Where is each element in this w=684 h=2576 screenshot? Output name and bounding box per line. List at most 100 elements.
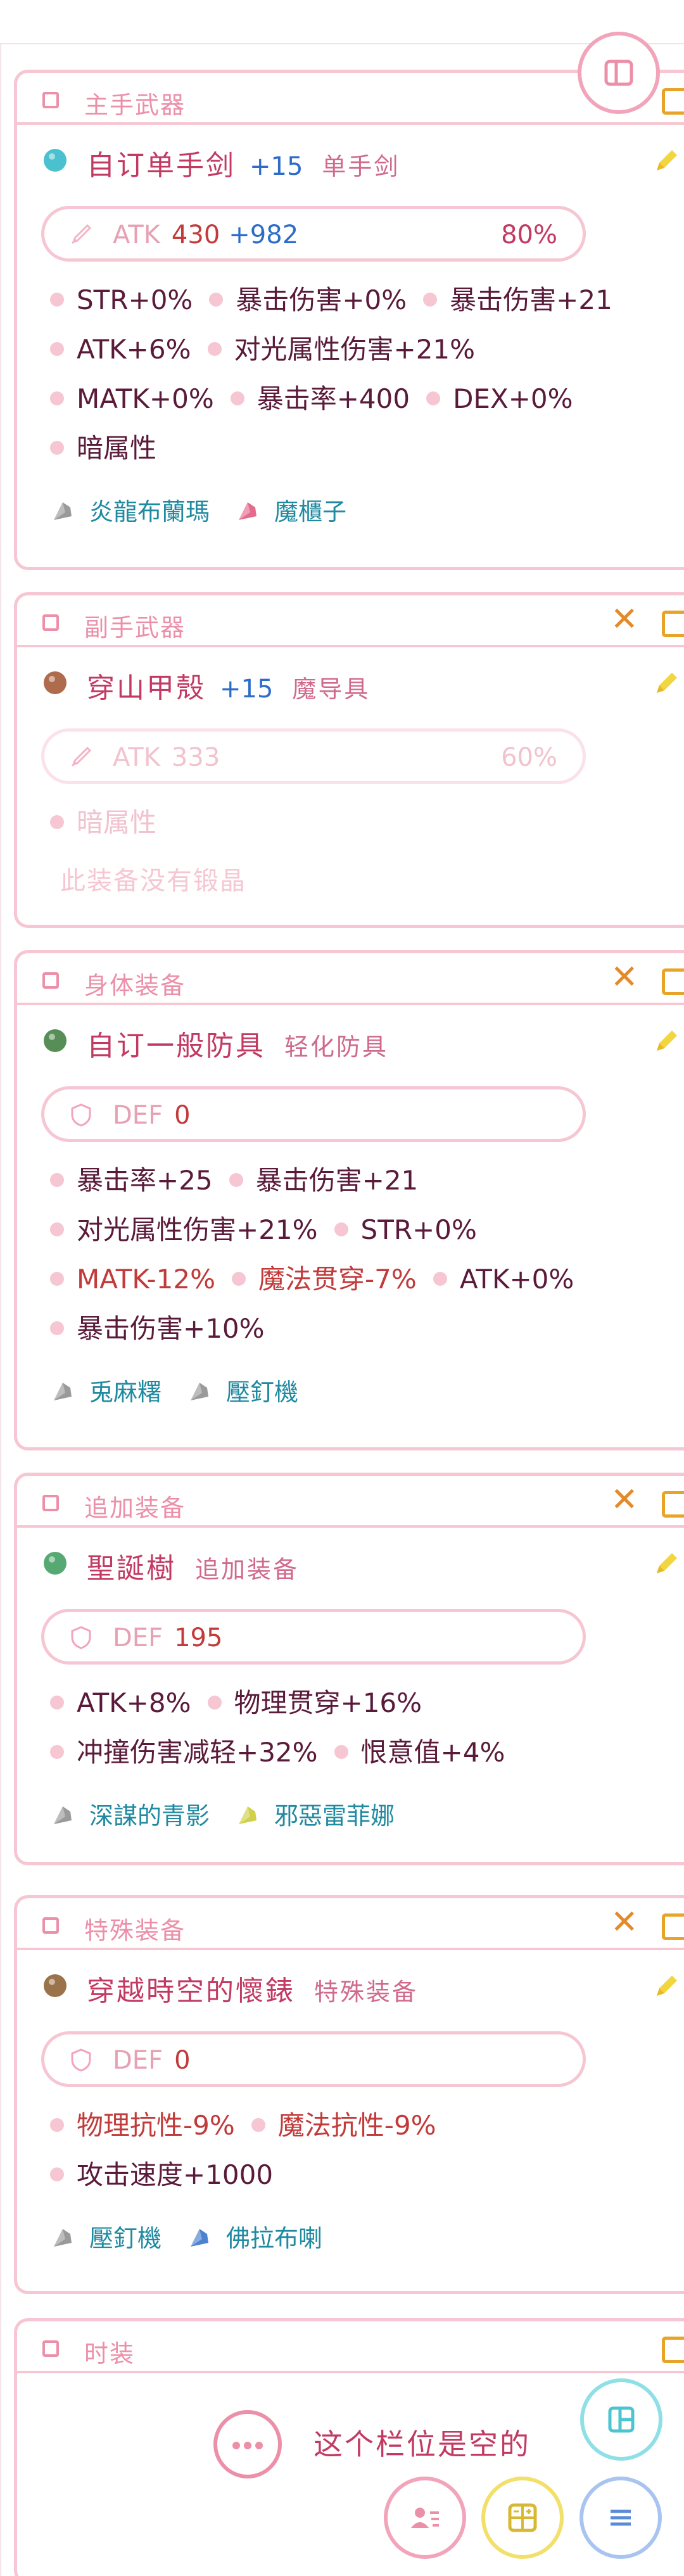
remove-icon[interactable]: ✕ (611, 603, 638, 636)
crystal-icon (235, 498, 274, 526)
crystal-list: 壓釘機 佛拉布喇 (50, 2219, 348, 2257)
crystal-name: 魔櫃子 (274, 498, 347, 526)
menu-button[interactable] (580, 2477, 662, 2559)
corner-tab-icon[interactable] (662, 611, 684, 637)
edit-pencil-icon[interactable] (650, 145, 682, 177)
corner-tab-icon[interactable] (662, 2337, 684, 2363)
stat-label: ATK (113, 220, 160, 250)
slot-title: 身体装备 (84, 972, 186, 999)
item-name-wrap: 聖誕樹 追加装备 (87, 1545, 299, 1586)
remove-icon[interactable]: ✕ (611, 1906, 638, 1939)
attribute-line: MATK+0% 暴击率+400 DEX+0% (50, 374, 683, 424)
slot-card: 主手武器自订单手剑 +15 单手剑 ATK 430 +982 80% STR+0% 暴击伤害+0… (14, 70, 684, 570)
attribute-list: 暴击率+25 暴击伤害+21 对光属性伤害+21% STR+0% MATK-12% 魔法贯… (50, 1156, 683, 1354)
slot-title: 时装 (84, 2340, 136, 2368)
attribute-item: 暴击伤害+0% (209, 276, 407, 325)
crystal-item[interactable]: 邪惡雷菲娜 (235, 1796, 395, 1831)
shield-icon (68, 1102, 94, 1127)
slot-checkbox[interactable] (42, 1495, 59, 1511)
stat-pill: DEF 0 (41, 2031, 586, 2087)
slot-title: 主手武器 (84, 91, 186, 119)
corner-tab-icon[interactable] (662, 1491, 684, 1518)
layout-button[interactable] (580, 2378, 662, 2461)
stat-value: 0 (174, 1101, 191, 1130)
top-bar (0, 0, 684, 44)
crystal-name: 壓釘機 (89, 2224, 162, 2252)
attribute-list: ATK+8% 物理贯穿+16% 冲撞伤害减轻+32% 恨意值+4% (50, 1678, 683, 1777)
edit-pencil-icon[interactable] (650, 1970, 682, 2002)
stat-percent: 80% (501, 220, 557, 250)
crystal-item[interactable]: 壓釘機 (50, 2219, 162, 2254)
slot-checkbox[interactable] (42, 614, 59, 631)
stat-value: 195 (174, 1623, 223, 1653)
crystal-item[interactable]: 兎麻糬 (50, 1373, 162, 1407)
item-row[interactable]: 穿山甲殼 +15 魔导具 (17, 659, 682, 704)
stat-pill: DEF 0 (41, 1086, 586, 1142)
item-row[interactable]: 自订一般防具 轻化防具 (17, 1017, 682, 1063)
pocket-watch-icon (44, 1974, 66, 1997)
slot-card: 副手武器 ✕ 穿山甲殼 +15 魔导具 ATK 333 60% 暗属性 此装备没有锻晶 (14, 592, 684, 928)
remove-icon[interactable]: ✕ (611, 961, 638, 994)
menu-icon (611, 2509, 631, 2526)
crystal-item[interactable]: 魔櫃子 (235, 492, 346, 527)
attribute-item: 攻击速度+1000 (50, 2150, 273, 2200)
shield-icon (68, 1625, 94, 1650)
edit-pencil-icon[interactable] (650, 668, 682, 699)
edit-pencil-icon[interactable] (650, 1548, 682, 1580)
sidebar-toggle-button[interactable] (578, 32, 660, 114)
calculator-button[interactable] (481, 2477, 564, 2559)
crystal-name: 邪惡雷菲娜 (274, 1802, 395, 1830)
attribute-item: 暴击伤害+21 (229, 1156, 419, 1205)
slot-card-fashion: 时装 这个栏位是空的 (14, 2318, 684, 2576)
crystal-icon (235, 1802, 274, 1830)
crystal-icon (187, 2224, 226, 2252)
shield-icon (68, 2047, 94, 2072)
slot-checkbox[interactable] (42, 972, 59, 989)
item-name: 自订单手剑 (87, 149, 236, 182)
item-row[interactable]: 自订单手剑 +15 单手剑 (17, 136, 682, 182)
attribute-item: 魔法抗性-9% (251, 2101, 436, 2150)
slot-title: 追加装备 (84, 1494, 186, 1522)
stat-bonus: +982 (229, 220, 299, 250)
attribute-list: STR+0% 暴击伤害+0% 暴击伤害+21 ATK+6% 对光属性伤害+21% MATK… (50, 276, 683, 473)
slot-checkbox[interactable] (42, 1917, 59, 1934)
slot-checkbox[interactable] (42, 92, 59, 108)
profile-button[interactable] (384, 2477, 466, 2559)
calculator-icon (508, 2503, 537, 2532)
attribute-line: 暗属性 (50, 424, 683, 473)
item-type: 追加装备 (195, 1556, 300, 1583)
crystal-item[interactable]: 佛拉布喇 (187, 2219, 322, 2254)
crystal-item[interactable]: 炎龍布蘭瑪 (50, 492, 210, 527)
corner-tab-icon[interactable] (662, 88, 684, 115)
slot-header: 特殊装备 ✕ (17, 1898, 684, 1950)
stat-line: ATK 430 +982 (113, 220, 298, 250)
remove-icon[interactable]: ✕ (611, 1483, 638, 1516)
item-name: 聖誕樹 (87, 1552, 176, 1585)
item-name: 自订一般防具 (87, 1030, 265, 1062)
item-row[interactable]: 穿越時空的懷錶 特殊装备 (17, 1962, 682, 2008)
attribute-list: 物理抗性-9% 魔法抗性-9% 攻击速度+1000 (50, 2101, 683, 2200)
attribute-item: STR+0% (50, 276, 193, 325)
attribute-line: ATK+8% 物理贯穿+16% (50, 1678, 683, 1728)
attribute-line: 冲撞伤害减轻+32% 恨意值+4% (50, 1728, 683, 1777)
item-name-wrap: 穿越時空的懷錶 特殊装备 (87, 1968, 418, 2008)
attribute-item: DEX+0% (426, 374, 573, 424)
scroll-edge (0, 44, 1, 2576)
edit-pencil-icon[interactable] (650, 1025, 682, 1057)
corner-tab-icon[interactable] (662, 968, 684, 995)
attribute-line: 暴击伤害+10% (50, 1304, 683, 1354)
corner-tab-icon[interactable] (662, 1913, 684, 1940)
attribute-line: 物理抗性-9% 魔法抗性-9% (50, 2101, 683, 2150)
slot-header: 时装 (17, 2321, 684, 2373)
item-row[interactable]: 聖誕樹 追加装备 (17, 1539, 682, 1586)
item-name: 穿越時空的懷錶 (87, 1975, 295, 2007)
crystal-item[interactable]: 深謀的青影 (50, 1796, 210, 1831)
crystal-name: 炎龍布蘭瑪 (89, 498, 210, 526)
crystal-item[interactable]: 壓釘機 (187, 1373, 298, 1407)
crystal-list: 兎麻糬 壓釘機 (50, 1373, 324, 1411)
item-name-wrap: 自订一般防具 轻化防具 (87, 1023, 388, 1063)
slot-checkbox[interactable] (42, 2340, 59, 2357)
attribute-item: 恨意值+4% (334, 1728, 505, 1777)
attribute-item: 暗属性 (50, 424, 156, 473)
slot-header: 副手武器 ✕ (17, 595, 684, 647)
